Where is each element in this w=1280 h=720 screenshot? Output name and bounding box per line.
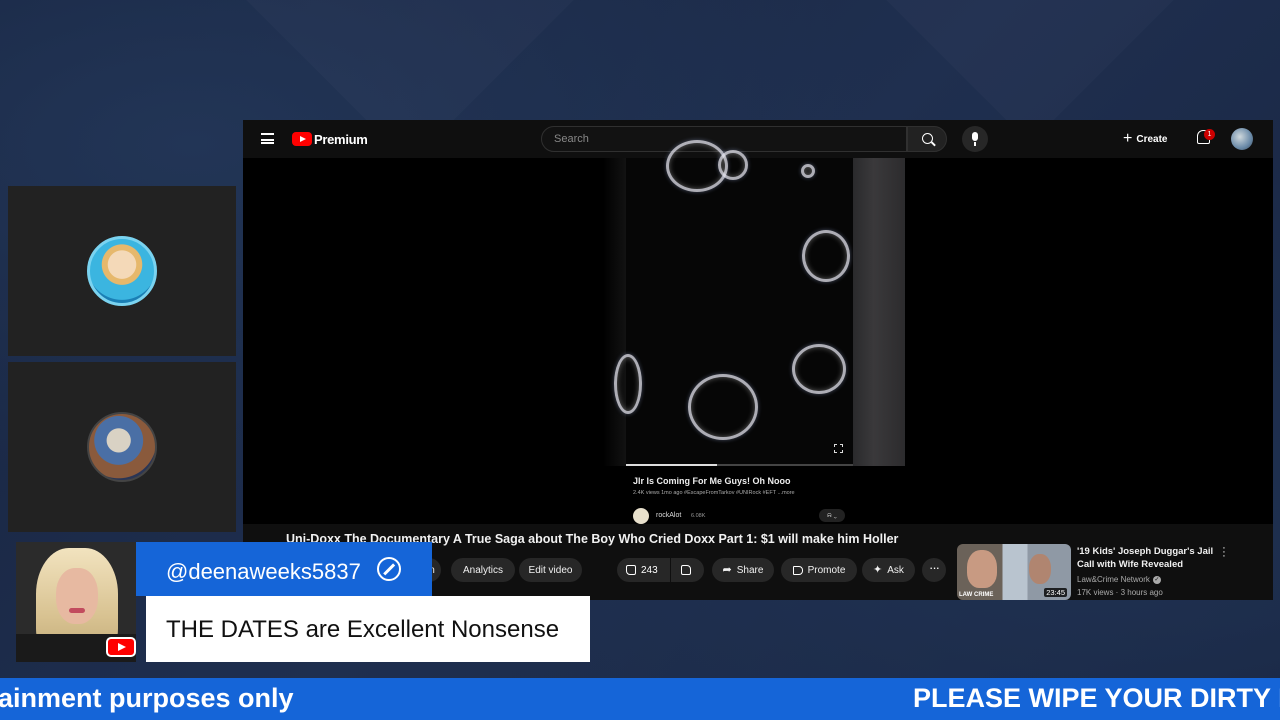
search-input[interactable]: Search <box>541 126 907 152</box>
youtube-window: Premium Search + Create 1 Jlr Is Coming … <box>243 120 1273 600</box>
ticker-text-left: ainment purposes only <box>0 683 294 713</box>
thumbnail-logo: LAW CRIME <box>959 592 994 598</box>
short-meta: 2.4K views 1mo ago #EscapeFromTarkov #UN… <box>633 490 795 496</box>
short-side-shadow <box>853 158 905 466</box>
ask-button[interactable]: ✦ Ask <box>862 558 915 582</box>
like-count: 243 <box>641 564 658 576</box>
bubble <box>802 230 850 282</box>
more-actions-button[interactable]: ··· <box>922 558 946 582</box>
hamburger-menu-icon[interactable] <box>261 133 274 144</box>
recommended-thumbnail[interactable]: LAW CRIME 23:45 <box>957 544 1071 600</box>
bubble <box>801 164 815 178</box>
short-progress-bar[interactable] <box>626 464 853 466</box>
short-video-frame[interactable] <box>614 140 853 466</box>
guest-avatar-2 <box>87 412 157 482</box>
thumbnail-face <box>967 550 997 588</box>
short-side-shadow <box>603 158 626 466</box>
fullscreen-icon[interactable] <box>834 444 843 453</box>
scrolling-ticker: ainment purposes only PLEASE WIPE YOUR D… <box>0 678 1280 720</box>
bubble <box>792 344 846 394</box>
plus-icon: + <box>1123 130 1133 147</box>
share-icon: ➦ <box>722 563 732 576</box>
recommended-channel-name: Law&Crime Network <box>1077 575 1150 584</box>
megaphone-icon <box>792 565 803 575</box>
guest-camera-panel-2 <box>8 362 236 532</box>
moderator-icon <box>377 557 401 581</box>
video-player[interactable]: Jlr Is Coming For Me Guys! Oh Nooo 2.4K … <box>243 140 1273 524</box>
share-button[interactable]: ➦ Share <box>712 558 774 582</box>
chat-message-box: THE DATES are Excellent Nonsense <box>146 596 590 662</box>
bubble <box>688 374 758 440</box>
guest-avatar-1 <box>87 236 157 306</box>
notification-count-badge: 1 <box>1204 129 1215 140</box>
thumbs-up-icon <box>626 565 636 575</box>
guest-camera-panel-1 <box>8 186 236 356</box>
youtube-header: Premium Search + Create 1 <box>243 120 1273 158</box>
promote-button[interactable]: Promote <box>781 558 857 582</box>
thumbs-down-icon <box>681 565 691 575</box>
promote-label: Promote <box>807 564 846 576</box>
chat-message: THE DATES are Excellent Nonsense <box>166 616 560 643</box>
chatter-lips <box>69 608 85 613</box>
edit-video-label: Edit video <box>528 564 573 576</box>
ticker-text-right: PLEASE WIPE YOUR DIRTY FE <box>913 683 1280 713</box>
account-avatar[interactable] <box>1231 128 1253 150</box>
analytics-label: Analytics <box>462 564 503 576</box>
dislike-button[interactable] <box>671 558 704 582</box>
search-icon <box>922 133 933 144</box>
short-subscribe-bell-icon[interactable]: ⍾ ⌄ <box>819 509 845 522</box>
short-channel-avatar[interactable] <box>633 508 649 524</box>
chatter-face <box>56 568 98 624</box>
voice-search-mic-icon[interactable] <box>962 126 988 152</box>
recommended-channel[interactable]: Law&Crime Network ✓ <box>1077 575 1161 584</box>
short-subscriber-count: 6.08K <box>691 513 706 519</box>
chat-username-bar: @deenaweeks5837 <box>136 542 432 596</box>
create-button[interactable]: + Create <box>1123 129 1167 149</box>
thumbnail-face <box>1029 554 1051 584</box>
short-channel-name[interactable]: rockAlot <box>656 512 681 519</box>
like-button[interactable]: 243 <box>617 558 670 582</box>
sparkle-icon: ✦ <box>873 563 883 576</box>
recommended-meta: 17K views · 3 hours ago <box>1077 588 1163 597</box>
bubble <box>718 150 748 180</box>
video-duration-badge: 23:45 <box>1044 588 1067 597</box>
youtube-platform-icon <box>106 637 136 657</box>
bubble <box>614 354 642 414</box>
create-label: Create <box>1136 133 1168 145</box>
edit-video-button[interactable]: Edit video <box>519 558 582 582</box>
chat-username: @deenaweeks5837 <box>166 559 361 584</box>
verified-check-icon: ✓ <box>1152 575 1161 584</box>
analytics-button[interactable]: Analytics <box>451 558 515 582</box>
youtube-logo-icon[interactable] <box>292 132 312 146</box>
ask-label: Ask <box>887 564 904 576</box>
search-button[interactable] <box>907 126 947 152</box>
youtube-brand-label[interactable]: Premium <box>314 132 368 147</box>
short-title[interactable]: Jlr Is Coming For Me Guys! Oh Nooo <box>633 476 791 486</box>
short-progress-fill <box>626 464 717 466</box>
share-label: Share <box>736 564 764 576</box>
recommended-kebab-menu-icon[interactable]: · · · <box>1221 543 1227 562</box>
recommended-title[interactable]: '19 Kids' Joseph Duggar's Jail Call with… <box>1077 545 1217 571</box>
